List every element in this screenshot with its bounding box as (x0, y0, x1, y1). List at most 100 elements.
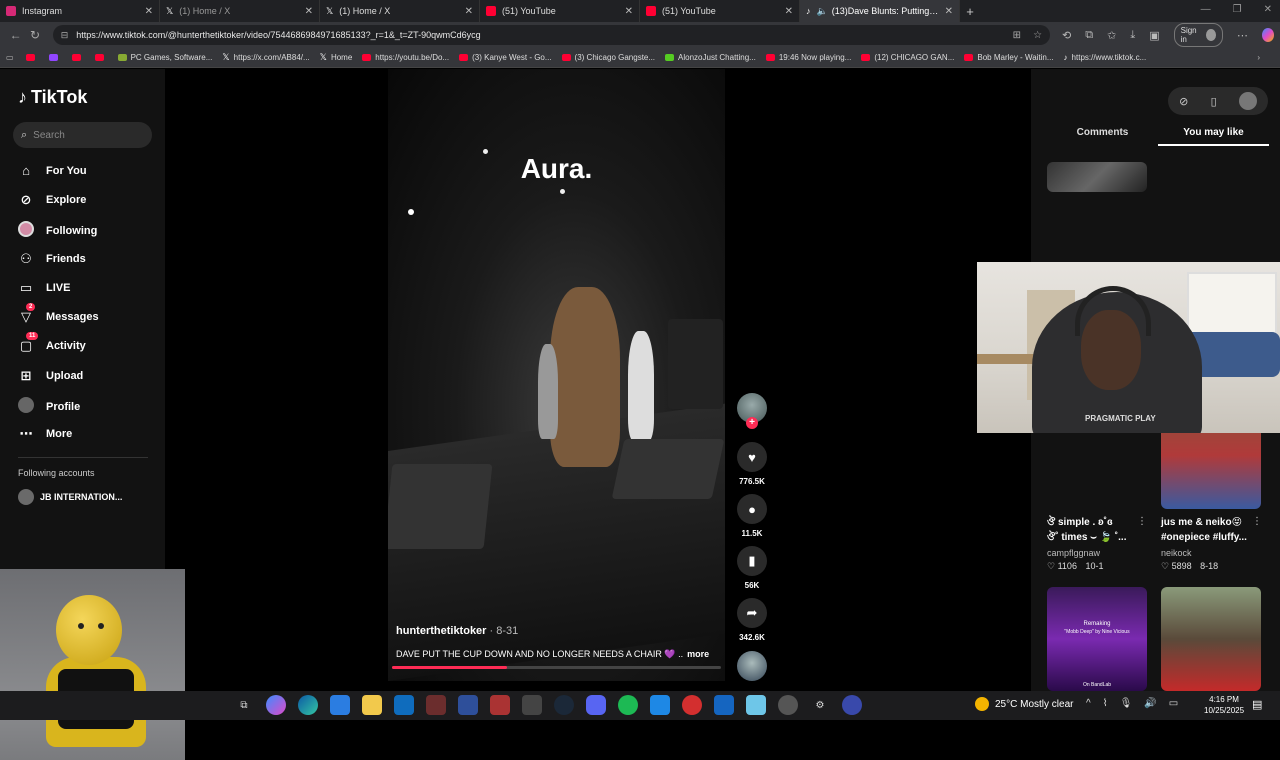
profile-avatar-icon[interactable] (1238, 92, 1257, 110)
close-icon[interactable]: ✕ (145, 6, 153, 17)
close-icon[interactable]: ✕ (625, 6, 633, 17)
video-progress-bar[interactable] (392, 666, 721, 669)
tab-youtube-1[interactable]: (51) YouTube ✕ (480, 0, 640, 22)
favorites-icon[interactable]: ✩ (1107, 29, 1116, 42)
phone-icon[interactable]: ▯ (1211, 95, 1217, 108)
card-username[interactable]: campflggnaw (1047, 548, 1100, 558)
settings-icon[interactable]: ⚙ (810, 695, 830, 715)
volume-icon[interactable]: 🔊 (1144, 698, 1156, 709)
favorite-star-icon[interactable]: ☆ (1033, 30, 1042, 41)
video-author[interactable]: hunterthetiktoker · 8-31 (396, 625, 518, 637)
sidebar-item-messages[interactable]: ▽ 2 Messages (18, 303, 99, 325)
close-icon[interactable]: ✕ (465, 6, 473, 17)
search-input[interactable]: ⌕ Search (13, 122, 152, 148)
speaker-icon[interactable]: 🔈 (817, 6, 828, 17)
back-icon[interactable]: ← (6, 28, 25, 42)
extensions-icon[interactable]: ⟲ (1062, 29, 1071, 42)
share-button[interactable]: ➦ 342.6K (736, 598, 768, 642)
copilot-icon[interactable] (266, 695, 286, 715)
discord-icon[interactable] (586, 695, 606, 715)
reading-list-icon[interactable]: ▭ (6, 53, 14, 62)
more-link[interactable]: more (687, 649, 709, 659)
bookmark-item[interactable]: Bob Marley - Waitin... (964, 53, 1054, 62)
recommended-thumbnail[interactable] (1047, 162, 1147, 192)
bookmark-item[interactable]: (3) Chicago Gangste... (561, 53, 655, 62)
game-icon[interactable] (426, 695, 446, 715)
sidebar-item-following[interactable]: Following (18, 221, 97, 240)
like-button[interactable]: ♥ 776.5K (736, 442, 768, 486)
sidebar-item-live[interactable]: ▭ LIVE (18, 280, 71, 296)
app-icon[interactable] (682, 695, 702, 715)
split-screen-icon[interactable]: ⧉ (1085, 29, 1093, 42)
weather-widget[interactable]: 25°C Mostly clear (975, 697, 1073, 711)
network-icon[interactable]: ⌇ (1103, 698, 1108, 709)
bookmark-item[interactable]: 𝕏 Home (320, 52, 353, 63)
chevron-right-icon[interactable]: › (1257, 53, 1260, 62)
bookmark-item[interactable]: 19:46 Now playing... (765, 53, 851, 62)
sidebar-item-upload[interactable]: ⊞ Upload (18, 368, 84, 384)
app-available-icon[interactable]: ⊞ (1013, 30, 1021, 41)
edge-icon[interactable] (298, 695, 318, 715)
close-icon[interactable]: ✕ (945, 6, 953, 17)
bookmark-item[interactable]: ♪ https://www.tiktok.c... (1064, 53, 1147, 62)
bookmark-item[interactable] (25, 54, 39, 61)
bookmark-item[interactable]: https://youtu.be/Do... (362, 53, 449, 62)
tab-youtube-2[interactable]: (51) YouTube ✕ (640, 0, 800, 22)
card-username[interactable]: neikock (1161, 548, 1192, 558)
chevron-up-icon[interactable]: ^ (1086, 698, 1091, 709)
recommended-thumbnail[interactable] (1161, 587, 1261, 691)
bookmark-item[interactable]: (3) Kanye West - Go... (459, 53, 552, 62)
following-account-item[interactable]: JB INTERNATION... (18, 489, 122, 505)
tab-x-home-1[interactable]: 𝕏 (1) Home / X ✕ (160, 0, 320, 22)
app-icon[interactable] (746, 695, 766, 715)
tab-x-home-2[interactable]: 𝕏 (1) Home / X ✕ (320, 0, 480, 22)
follow-plus-icon[interactable]: + (746, 417, 758, 429)
close-icon[interactable]: ✕ (305, 6, 313, 17)
bookmark-item[interactable]: 𝕏https://x.com/AB84/... (222, 52, 309, 63)
microphone-icon[interactable]: 🎙 (1120, 698, 1133, 709)
copilot-icon[interactable] (1261, 28, 1275, 42)
bookmark-item[interactable]: (12) CHICAGO GAN... (861, 53, 954, 62)
app-icon[interactable] (842, 695, 862, 715)
bookmark-item[interactable] (48, 54, 62, 61)
menu-dots-icon[interactable]: ⋯ (1237, 29, 1248, 42)
tab-instagram[interactable]: Instagram ✕ (0, 0, 160, 22)
tiktok-logo[interactable]: ♪ TikTok (18, 87, 87, 108)
display-icon[interactable]: ▭ (1169, 698, 1178, 709)
tab-tiktok-dave-blunts[interactable]: ♪ 🔈 (13)Dave Blunts: Putting Do ✕ (800, 0, 960, 22)
sign-in-button[interactable]: Sign in (1173, 23, 1223, 47)
site-info-icon[interactable]: ⊟ (61, 30, 69, 41)
app-icon[interactable] (778, 695, 798, 715)
new-tab-button[interactable]: + (960, 4, 980, 19)
bookmark-item[interactable] (94, 54, 108, 61)
task-view-icon[interactable]: ⧉ (234, 695, 254, 715)
comment-button[interactable]: ● 11.5K (736, 494, 768, 538)
app-icon[interactable] (490, 695, 510, 715)
app-icon[interactable] (650, 695, 670, 715)
recommended-thumbnail[interactable]: Remaking "Mobb Deep" by Nine Vicious On … (1047, 587, 1147, 691)
refresh-icon[interactable]: ↻ (25, 28, 44, 42)
bookmark-item[interactable]: AlonzoJust Chatting... (665, 53, 756, 62)
spotify-icon[interactable] (618, 695, 638, 715)
sidebar-item-activity[interactable]: ▢ 11 Activity (18, 332, 86, 354)
collections-icon[interactable]: ▣ (1149, 29, 1159, 42)
save-button[interactable]: ▮ 56K (736, 546, 768, 590)
outlook-icon[interactable] (394, 695, 414, 715)
more-options-icon[interactable]: ⋮ (1252, 516, 1262, 527)
tab-you-may-like[interactable]: You may like (1158, 121, 1269, 146)
restore-icon[interactable]: ❐ (1233, 4, 1242, 15)
close-window-icon[interactable]: ✕ (1264, 4, 1272, 15)
tab-comments[interactable]: Comments (1047, 121, 1158, 146)
app-icon[interactable] (458, 695, 478, 715)
sound-avatar[interactable] (737, 651, 767, 681)
notification-icon[interactable]: ▤ (1252, 698, 1262, 711)
system-clock[interactable]: 4:16 PM 10/25/2025 (1204, 694, 1244, 716)
store-icon[interactable] (330, 695, 350, 715)
steam-icon[interactable] (554, 695, 574, 715)
file-explorer-icon[interactable] (362, 695, 382, 715)
downloads-icon[interactable]: ⤓ (1130, 29, 1135, 42)
sidebar-item-for-you[interactable]: ⌂ For You (18, 163, 86, 178)
app-icon[interactable] (522, 695, 542, 715)
app-icon[interactable] (714, 695, 734, 715)
sidebar-item-profile[interactable]: Profile (18, 397, 80, 416)
